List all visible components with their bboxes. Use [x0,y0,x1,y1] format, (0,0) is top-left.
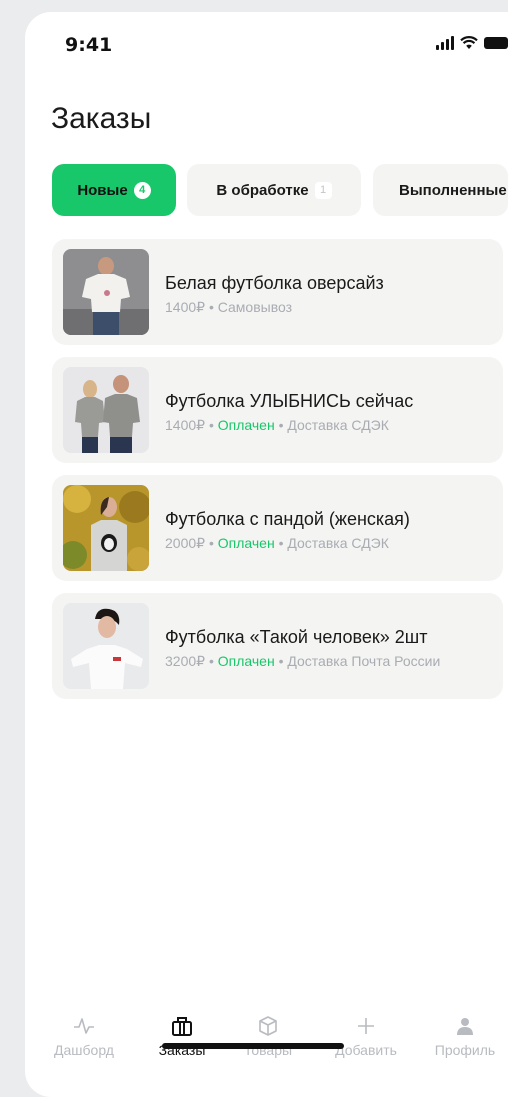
tab-new-label: Новые [77,181,128,199]
nav-add[interactable]: Добавить [321,1012,411,1058]
separator: • [205,417,218,433]
activity-icon [73,1012,95,1040]
separator: • [274,653,288,669]
nav-dashboard[interactable]: Дашборд [39,1012,129,1058]
phone-screen: 9:41 Заказы Новые 4 В обработке 1 Выполн… [25,12,508,1097]
nav-products[interactable]: Товары [223,1012,313,1058]
order-card[interactable]: Футболка с пандой (женская) 2000₽ • Опла… [52,475,503,581]
order-delivery: Доставка Почта России [287,653,441,669]
tab-processing-badge: 1 [314,181,332,199]
order-title: Футболка УЛЫБНИСЬ сейчас [165,391,414,411]
nav-orders[interactable]: Заказы [137,1012,227,1058]
order-price: 3200₽ [165,653,206,669]
order-delivery: Доставка СДЭК [287,535,389,551]
order-price: 2000₽ [165,535,206,551]
shopping-bag-icon [171,1012,193,1040]
order-card[interactable]: Белая футболка оверсайз 1400₽ • Самовыво… [52,239,503,345]
payment-status: Оплачен [217,417,275,433]
order-card[interactable]: Футболка «Такой человек» 2шт 3200₽ • Опл… [52,593,503,699]
bottom-nav: Дашборд Заказы Товары Добавить Профиль [25,1012,508,1072]
status-time: 9:41 [65,34,113,56]
order-meta: 2000₽ • Оплачен • Доставка СДЭК [165,534,485,553]
page-title: Заказы [51,102,152,135]
order-price: 1400₽ [165,417,206,433]
tab-processing-label: В обработке [216,181,309,199]
payment-status: Оплачен [217,653,275,669]
status-icons [436,36,508,50]
product-thumbnail [63,485,149,571]
order-meta: 1400₽ • Оплачен • Доставка СДЭК [165,416,485,435]
nav-dashboard-label: Дашборд [54,1042,114,1058]
product-thumbnail [63,249,149,335]
order-price: 1400₽ [165,299,206,315]
signal-icon [436,36,454,50]
order-title: Футболка «Такой человек» 2шт [165,627,428,647]
battery-icon [484,37,508,49]
tab-completed[interactable]: Выполненные [373,164,508,216]
nav-profile-label: Профиль [434,1042,496,1058]
tab-new[interactable]: Новые 4 [52,164,176,216]
product-thumbnail [63,367,149,453]
separator: • [205,535,218,551]
plus-icon [356,1012,376,1040]
box-icon [257,1012,279,1040]
order-delivery: Доставка СДЭК [287,417,389,433]
user-icon [456,1012,474,1040]
tab-processing[interactable]: В обработке 1 [187,164,361,216]
nav-profile[interactable]: Профиль [420,1012,508,1058]
wifi-icon [460,36,478,49]
separator: • [205,653,218,669]
order-meta: 1400₽ • Самовывоз [165,298,485,317]
nav-add-label: Добавить [335,1042,397,1058]
home-indicator [162,1043,344,1049]
order-meta: 3200₽ • Оплачен • Доставка Почта России [165,652,485,671]
order-title: Белая футболка оверсайз [165,273,384,293]
order-title: Футболка с пандой (женская) [165,509,410,529]
separator: • [274,417,288,433]
tab-completed-label: Выполненные [399,181,507,199]
product-thumbnail [63,603,149,689]
separator: • [205,299,218,315]
payment-status: Оплачен [217,535,275,551]
order-card[interactable]: Футболка УЛЫБНИСЬ сейчас 1400₽ • Оплачен… [52,357,503,463]
separator: • [274,535,288,551]
order-delivery: Самовывоз [217,299,293,315]
tab-new-badge: 4 [133,181,151,199]
